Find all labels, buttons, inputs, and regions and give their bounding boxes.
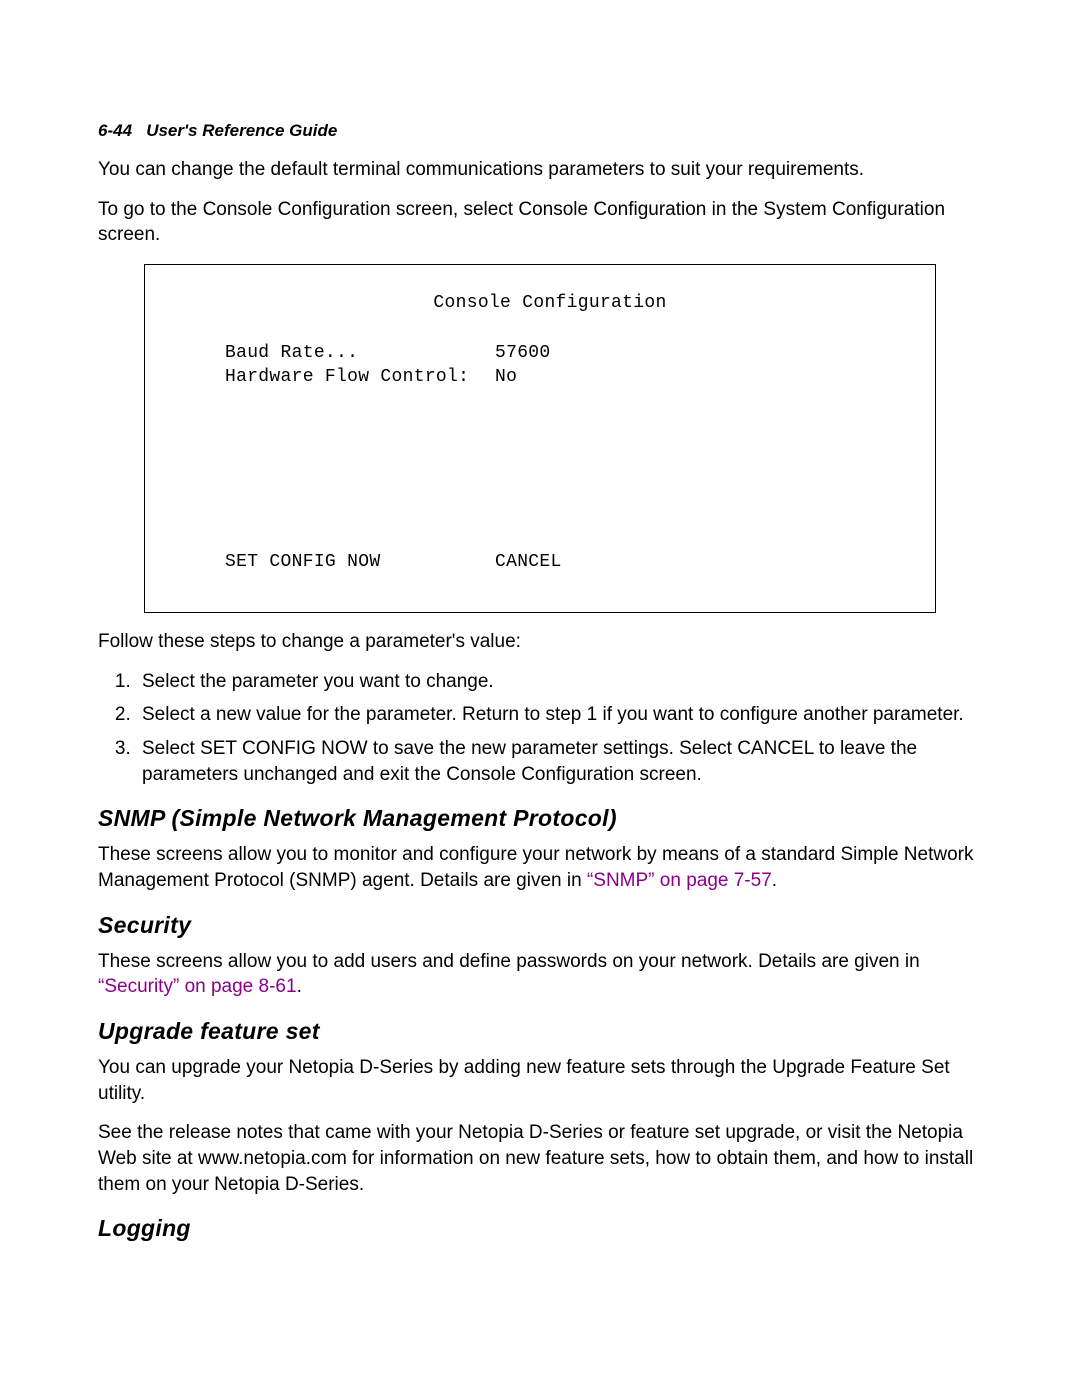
heading-upgrade: Upgrade feature set (98, 1016, 982, 1047)
steps-list: Select the parameter you want to change.… (98, 669, 982, 788)
console-gap (225, 390, 875, 550)
heading-logging: Logging (98, 1213, 982, 1244)
snmp-body-post: . (772, 870, 777, 891)
console-baud-value: 57600 (495, 341, 875, 365)
running-header: 6-44 User's Reference Guide (98, 120, 982, 143)
step-item: Select a new value for the parameter. Re… (136, 702, 982, 728)
console-set-config: SET CONFIG NOW (225, 550, 495, 574)
steps-lead: Follow these steps to change a parameter… (98, 629, 982, 655)
console-cancel: CANCEL (495, 550, 875, 574)
console-row-baud: Baud Rate... 57600 (225, 341, 875, 365)
console-row-actions: SET CONFIG NOW CANCEL (225, 550, 875, 574)
page-content: 6-44 User's Reference Guide You can chan… (0, 0, 1080, 1397)
page-number: 6-44 (98, 121, 132, 140)
upgrade-para-2: See the release notes that came with you… (98, 1120, 982, 1197)
xref-snmp[interactable]: “SNMP” on page 7-57 (587, 870, 772, 891)
heading-snmp: SNMP (Simple Network Management Protocol… (98, 803, 982, 834)
console-flow-value: No (495, 365, 875, 389)
intro-para-2: To go to the Console Configuration scree… (98, 197, 982, 248)
heading-security: Security (98, 910, 982, 941)
security-body: These screens allow you to add users and… (98, 949, 982, 1000)
console-row-flow: Hardware Flow Control: No (225, 365, 875, 389)
xref-security[interactable]: “Security” on page 8-61 (98, 976, 297, 997)
console-configuration-box: Console Configuration Baud Rate... 57600… (144, 264, 936, 613)
intro-para-1: You can change the default terminal comm… (98, 157, 982, 183)
upgrade-para-1: You can upgrade your Netopia D-Series by… (98, 1055, 982, 1106)
book-title: User's Reference Guide (146, 121, 337, 140)
step-item: Select the parameter you want to change. (136, 669, 982, 695)
snmp-body: These screens allow you to monitor and c… (98, 842, 982, 893)
console-baud-label: Baud Rate... (225, 341, 495, 365)
snmp-body-pre: These screens allow you to monitor and c… (98, 844, 973, 891)
console-title: Console Configuration (225, 291, 875, 315)
security-body-post: . (297, 976, 302, 997)
security-body-pre: These screens allow you to add users and… (98, 951, 920, 972)
console-flow-label: Hardware Flow Control: (225, 365, 495, 389)
step-item: Select SET CONFIG NOW to save the new pa… (136, 736, 982, 787)
